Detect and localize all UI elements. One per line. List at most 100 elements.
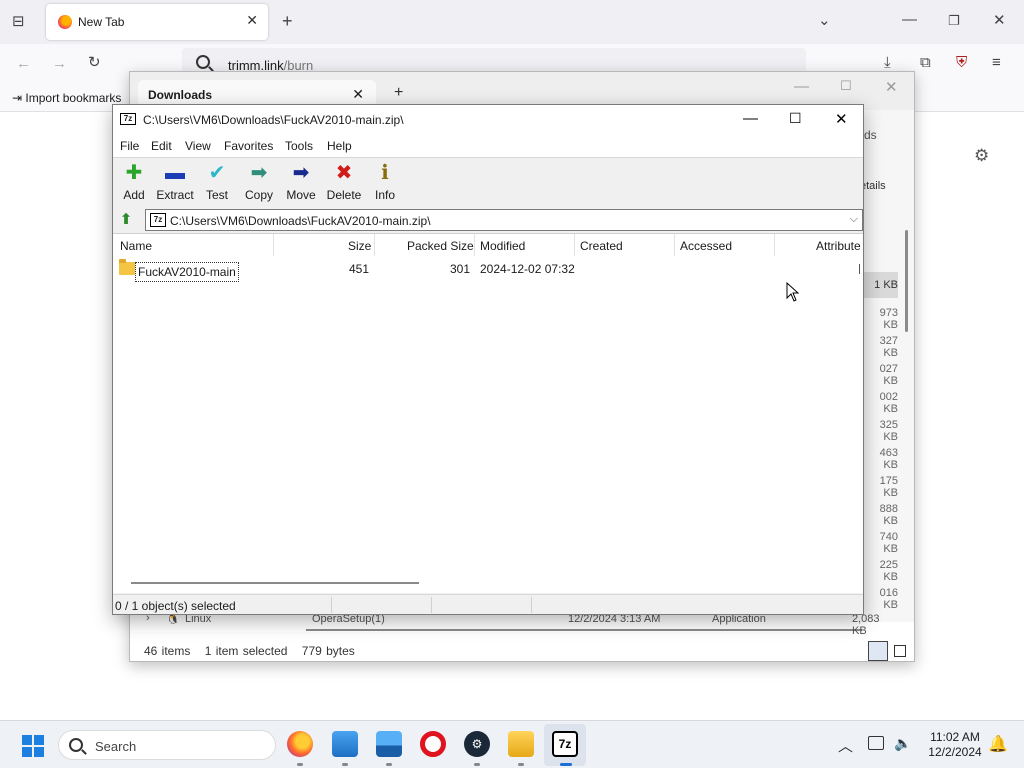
system-clock[interactable]: 11:02 AM 12/2/2024 [920, 730, 990, 760]
file-size: 175 KB [879, 475, 898, 499]
path-combobox[interactable]: 7z C:\Users\VM6\Downloads\FuckAV2010-mai… [145, 209, 863, 231]
opera-taskbar-icon[interactable] [420, 731, 446, 757]
file-size: 1 KB [874, 279, 898, 291]
file-explorer-taskbar-icon[interactable] [332, 731, 358, 757]
col-size[interactable]: Size [348, 239, 371, 253]
restore-icon[interactable]: ❐ [948, 13, 960, 29]
tab-title: New Tab [78, 15, 125, 29]
file-size: 016 KB [879, 587, 898, 611]
table-row[interactable]: FuckAV2010-main 451 301 2024-12-02 07:32 [113, 258, 863, 282]
tab-list-icon[interactable]: ⊟ [12, 14, 25, 30]
status-bar: 0 / 1 object(s) selected [113, 594, 863, 614]
col-packed-size[interactable]: Packed Size [407, 239, 474, 253]
menu-icon[interactable]: ≡ [992, 55, 1001, 71]
tab-close-icon[interactable]: ✕ [246, 12, 258, 29]
selection-count: 1 item selected [204, 644, 288, 658]
explorer-horizontal-scrollbar[interactable] [306, 629, 862, 631]
menu-view[interactable]: View [185, 139, 211, 153]
minus-icon: ▬ [165, 162, 185, 184]
extensions-icon[interactable]: ⧉ [920, 55, 931, 71]
steam-taskbar-icon[interactable]: ⚙ [464, 731, 490, 757]
import-bookmarks-link[interactable]: ⇥ Import bookmarks [12, 91, 121, 105]
test-button[interactable]: ✔ Test [194, 162, 240, 202]
menu-help[interactable]: Help [327, 139, 352, 153]
info-button[interactable]: ℹ Info [362, 162, 408, 202]
extract-label: Extract [156, 188, 194, 202]
minimize-icon[interactable]: — [902, 12, 917, 28]
browser-tab[interactable]: New Tab ✕ [46, 4, 268, 40]
notification-bell-icon[interactable]: 🔔 [988, 734, 1008, 754]
firefox-favicon-icon [58, 15, 72, 29]
photos-taskbar-icon[interactable] [376, 731, 402, 757]
running-indicator [297, 763, 303, 766]
ublock-icon[interactable]: ⛨ [956, 55, 967, 71]
file-size: 002 KB [879, 391, 898, 415]
add-button[interactable]: ✚ Add [111, 162, 157, 202]
file-size: 973 KB [879, 307, 898, 331]
close-icon[interactable]: ✕ [993, 13, 1006, 29]
explorer-new-tab-icon[interactable]: + [394, 84, 403, 102]
info-label: Info [374, 188, 395, 202]
menu-bar: File Edit View Favorites Tools Help [113, 135, 863, 157]
close-icon[interactable]: ✕ [835, 110, 848, 128]
copy-button[interactable]: ➡ Copy [236, 162, 282, 202]
maximize-icon[interactable]: ☐ [789, 110, 802, 127]
search-icon [69, 738, 83, 752]
check-icon: ✔ [208, 162, 226, 184]
folder-icon [119, 259, 135, 275]
chevron-down-icon[interactable]: ⌵ [850, 213, 858, 226]
selection-size: 779 bytes [301, 644, 355, 658]
col-name[interactable]: Name [120, 239, 152, 253]
sevenzip-taskbar-icon[interactable]: 7z [552, 731, 578, 757]
col-attribute[interactable]: Attribute [816, 239, 861, 253]
file-size: 888 KB [879, 503, 898, 527]
file-size: 327 KB [879, 335, 898, 359]
taskbar-search-box[interactable]: Search [58, 730, 276, 760]
reload-icon[interactable]: ↻ [88, 55, 101, 71]
delete-x-icon: ✖ [335, 162, 353, 184]
downloads-icon[interactable]: ⤓ [884, 55, 891, 71]
col-accessed[interactable]: Accessed [680, 239, 732, 253]
col-created[interactable]: Created [580, 239, 623, 253]
running-indicator [342, 763, 348, 766]
explorer-vertical-scrollbar[interactable] [905, 230, 908, 332]
settings-gear-icon[interactable]: ⚙ [974, 146, 989, 166]
volume-muted-icon[interactable]: 🔈 [894, 735, 911, 752]
list-all-tabs-icon[interactable]: ⌄ [818, 13, 831, 29]
delete-button[interactable]: ✖ Delete [321, 162, 367, 202]
folder-up-icon[interactable]: ⬆ [117, 211, 135, 229]
mouse-pointer-icon [786, 282, 800, 302]
entry-modified: 2024-12-02 07:32 [480, 262, 575, 276]
menu-tools[interactable]: Tools [285, 139, 313, 153]
active-indicator [560, 763, 572, 766]
move-button[interactable]: ➡ Move [278, 162, 324, 202]
col-modified[interactable]: Modified [480, 239, 525, 253]
explorer-tab-close-icon[interactable]: ✕ [352, 86, 364, 103]
explorer-maximize-icon[interactable]: ☐ [840, 78, 852, 94]
network-icon[interactable] [868, 736, 884, 750]
forward-icon[interactable]: → [52, 56, 67, 72]
details-view-button[interactable] [868, 641, 888, 661]
tiles-view-button[interactable] [894, 645, 906, 657]
explorer-close-icon[interactable]: ✕ [885, 78, 898, 96]
minimize-icon[interactable]: — [743, 110, 758, 127]
menu-favorites[interactable]: Favorites [224, 139, 273, 153]
new-tab-icon[interactable]: + [282, 12, 293, 30]
extract-button[interactable]: ▬ Extract [152, 162, 198, 202]
sevenzip-app-icon: 7z [120, 113, 136, 125]
explorer-minimize-icon[interactable]: — [794, 78, 809, 95]
firefox-taskbar-icon[interactable] [287, 731, 313, 757]
attribute-truncated-mark [859, 264, 860, 274]
entry-packed-size: 301 [450, 262, 471, 276]
back-icon[interactable]: ← [16, 56, 31, 72]
menu-edit[interactable]: Edit [151, 139, 172, 153]
entry-name[interactable]: FuckAV2010-main [135, 262, 239, 282]
copy-arrow-icon: ➡ [250, 162, 268, 184]
clock-time: 11:02 AM [930, 730, 980, 744]
menu-file[interactable]: File [120, 139, 139, 153]
show-hidden-icons-chevron-icon[interactable]: ︿ [838, 735, 853, 756]
file-list[interactable]: Name Size Packed Size Modified Created A… [113, 233, 863, 593]
windows-start-icon[interactable] [22, 735, 44, 757]
folder-taskbar-icon[interactable] [508, 731, 534, 757]
horizontal-scrollbar-thumb[interactable] [131, 582, 419, 584]
